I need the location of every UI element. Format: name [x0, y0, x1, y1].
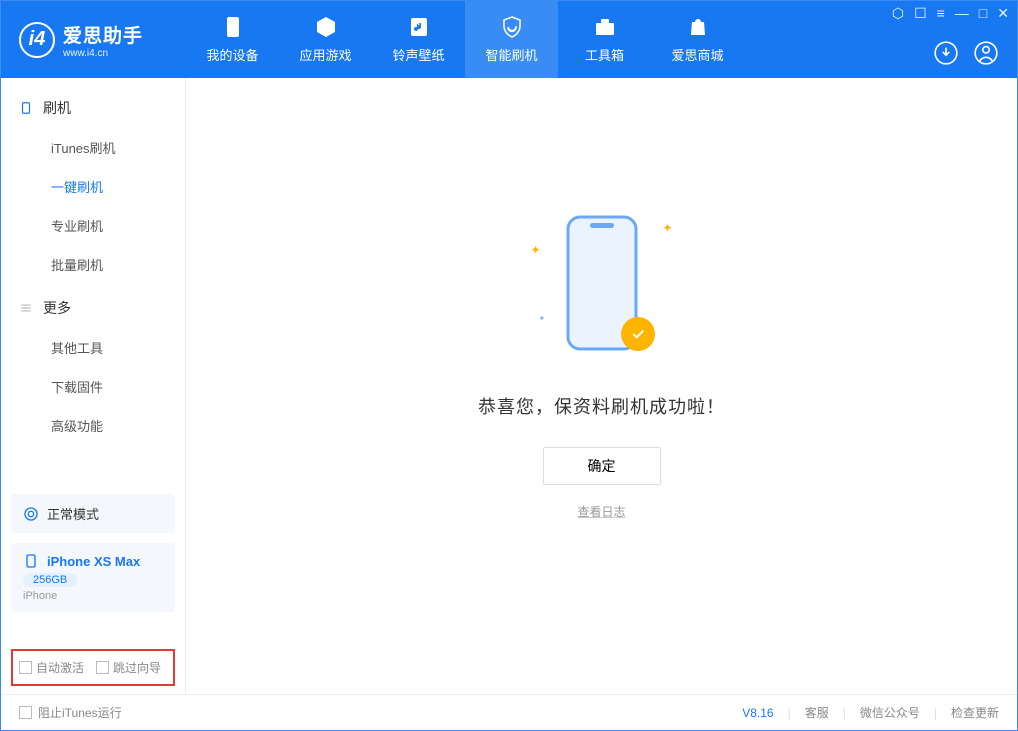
music-icon — [407, 15, 431, 39]
window-controls: ⬡ ☐ ≡ — □ ✕ — [892, 5, 1009, 22]
sync-icon — [23, 506, 39, 522]
nav-tabs: 我的设备 应用游戏 铃声壁纸 智能刷机 工具箱 爱思商城 — [186, 1, 744, 78]
cube-icon — [314, 15, 338, 39]
device-illustration: ✦ ✦ ✦ — [537, 213, 667, 363]
app-name: 爱思助手 — [63, 21, 143, 48]
tab-label: 应用游戏 — [299, 45, 351, 64]
device-small-icon — [19, 101, 33, 115]
sidebar-item-batch-flash[interactable]: 批量刷机 — [1, 245, 185, 284]
success-check-icon — [621, 317, 655, 351]
user-icon[interactable] — [973, 40, 999, 66]
logo-area: i4 爱思助手 www.i4.cn — [1, 21, 186, 59]
sidebar-header-flash[interactable]: 刷机 — [1, 88, 185, 128]
footer-right: V8.16 | 客服 | 微信公众号 | 检查更新 — [742, 704, 999, 721]
checkbox-label: 阻止iTunes运行 — [38, 704, 122, 721]
app-url: www.i4.cn — [63, 48, 143, 59]
checkbox-icon — [96, 661, 109, 674]
device-name: iPhone XS Max — [47, 554, 140, 569]
checkbox-label: 跳过向导 — [113, 659, 161, 676]
checkbox-icon — [19, 661, 32, 674]
minimize-icon[interactable]: — — [955, 5, 969, 22]
sidebar: 刷机 iTunes刷机 一键刷机 专业刷机 批量刷机 更多 其他工具 下载固件 … — [1, 78, 186, 694]
sparkle-icon: ✦ — [539, 314, 546, 323]
support-link[interactable]: 客服 — [805, 704, 829, 721]
tab-label: 工具箱 — [585, 45, 624, 64]
checkbox-icon — [19, 706, 32, 719]
tab-apps-games[interactable]: 应用游戏 — [279, 1, 372, 78]
tab-label: 我的设备 — [206, 45, 258, 64]
tab-label: 爱思商城 — [671, 45, 723, 64]
lock-icon[interactable]: ☐ — [914, 5, 927, 22]
tab-label: 智能刷机 — [485, 45, 537, 64]
mode-label: 正常模式 — [47, 504, 99, 523]
menu-icon[interactable]: ≡ — [937, 5, 945, 22]
shirt-icon[interactable]: ⬡ — [892, 5, 904, 22]
auto-activate-checkbox[interactable]: 自动激活 — [19, 659, 84, 676]
footer-bar: 阻止iTunes运行 V8.16 | 客服 | 微信公众号 | 检查更新 — [1, 694, 1017, 730]
sidebar-item-download-fw[interactable]: 下载固件 — [1, 367, 185, 406]
device-capacity: 256GB — [23, 573, 77, 587]
block-itunes-checkbox[interactable]: 阻止iTunes运行 — [19, 704, 122, 721]
tab-ring-wall[interactable]: 铃声壁纸 — [372, 1, 465, 78]
sidebar-section-flash: 刷机 iTunes刷机 一键刷机 专业刷机 批量刷机 — [1, 88, 185, 284]
sidebar-item-pro-flash[interactable]: 专业刷机 — [1, 206, 185, 245]
sparkle-icon: ✦ — [662, 221, 672, 235]
device-type: iPhone — [23, 590, 163, 602]
sparkle-icon: ✦ — [531, 243, 541, 257]
bag-icon — [686, 15, 710, 39]
sidebar-item-oneclick-flash[interactable]: 一键刷机 — [1, 167, 185, 206]
section-title: 更多 — [43, 298, 71, 318]
app-header: i4 爱思助手 www.i4.cn 我的设备 应用游戏 铃声壁纸 智能刷机 工具… — [1, 1, 1017, 78]
check-update-link[interactable]: 检查更新 — [951, 704, 999, 721]
tab-label: 铃声壁纸 — [392, 45, 444, 64]
toolbox-icon — [593, 15, 617, 39]
mode-box[interactable]: 正常模式 — [11, 494, 175, 533]
main-content: ✦ ✦ ✦ 恭喜您，保资料刷机成功啦！ 确定 查看日志 — [186, 78, 1017, 694]
skip-guide-checkbox[interactable]: 跳过向导 — [96, 659, 161, 676]
header-actions — [933, 40, 999, 66]
sidebar-item-itunes-flash[interactable]: iTunes刷机 — [1, 128, 185, 167]
view-log-link[interactable]: 查看日志 — [577, 503, 625, 520]
menu-lines-icon — [19, 301, 33, 315]
device-info-box[interactable]: iPhone XS Max 256GB iPhone — [11, 543, 175, 612]
version-label: V8.16 — [742, 706, 773, 720]
app-body: 刷机 iTunes刷机 一键刷机 专业刷机 批量刷机 更多 其他工具 下载固件 … — [1, 78, 1017, 694]
checkbox-label: 自动激活 — [36, 659, 84, 676]
logo-icon: i4 — [19, 22, 55, 58]
maximize-icon[interactable]: □ — [979, 5, 987, 22]
tab-store[interactable]: 爱思商城 — [651, 1, 744, 78]
close-icon[interactable]: ✕ — [997, 5, 1009, 22]
phone-icon — [221, 15, 245, 39]
tab-my-device[interactable]: 我的设备 — [186, 1, 279, 78]
device-panel: 正常模式 iPhone XS Max 256GB iPhone — [11, 494, 175, 622]
sidebar-section-more: 更多 其他工具 下载固件 高级功能 — [1, 288, 185, 445]
phone-small-icon — [23, 553, 39, 569]
sidebar-header-more[interactable]: 更多 — [1, 288, 185, 328]
options-row: 自动激活 跳过向导 — [11, 649, 175, 686]
sidebar-item-advanced[interactable]: 高级功能 — [1, 406, 185, 445]
confirm-button[interactable]: 确定 — [543, 447, 661, 485]
success-message: 恭喜您，保资料刷机成功啦！ — [478, 393, 725, 419]
wechat-link[interactable]: 微信公众号 — [860, 704, 920, 721]
section-title: 刷机 — [43, 98, 71, 118]
success-hero: ✦ ✦ ✦ 恭喜您，保资料刷机成功啦！ 确定 查看日志 — [478, 213, 725, 520]
refresh-shield-icon — [500, 15, 524, 39]
download-icon[interactable] — [933, 40, 959, 66]
tab-smart-flash[interactable]: 智能刷机 — [465, 1, 558, 78]
tab-toolbox[interactable]: 工具箱 — [558, 1, 651, 78]
sidebar-item-other-tools[interactable]: 其他工具 — [1, 328, 185, 367]
